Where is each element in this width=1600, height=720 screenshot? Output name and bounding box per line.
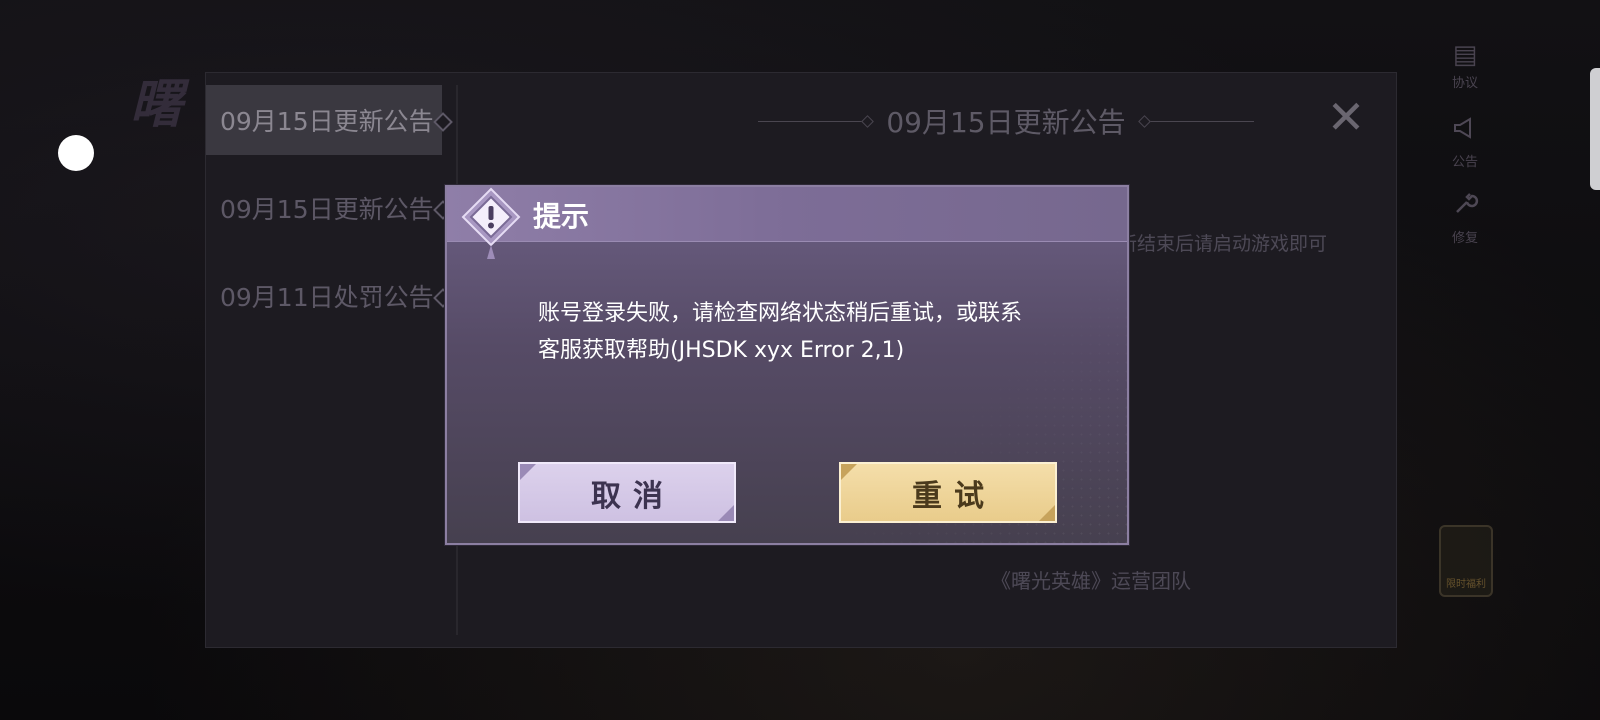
- event-badge[interactable]: 限时福利: [1439, 525, 1493, 597]
- announcement-tab-label: 09月11日处罚公告: [220, 283, 434, 312]
- corner-ornament: [520, 464, 536, 480]
- announcement-title-bar: 09月15日更新公告: [656, 101, 1356, 141]
- dialog-title: 提示: [533, 200, 590, 233]
- document-icon: ▤: [1452, 40, 1478, 70]
- retry-button[interactable]: 重试: [839, 462, 1057, 523]
- announcement-tab[interactable]: 09月15日更新公告: [206, 173, 453, 243]
- announcement-tab-list: 09月15日更新公告 09月15日更新公告 09月11日处罚公告: [206, 85, 453, 349]
- side-tool-label: 修复: [1451, 231, 1478, 246]
- announcement-body-text: 新结束后请启动游戏即可: [1118, 233, 1328, 255]
- corner-ornament: [1039, 505, 1055, 521]
- cancel-button-label: 取消: [591, 478, 675, 514]
- corner-ornament: [718, 505, 734, 521]
- error-dialog: 提示 账号登录失败，请检查网络状态稍后重试，或联系 客服获取帮助(JHSDK x…: [445, 185, 1129, 545]
- announcement-tab[interactable]: 09月15日更新公告: [206, 85, 453, 155]
- dialog-message-line: 客服获取帮助(JHSDK xyx Error 2,1): [538, 338, 905, 363]
- title-ornament: [1143, 120, 1254, 122]
- side-tool-agreement[interactable]: ▤ 协议: [1440, 38, 1490, 114]
- warning-icon: [461, 187, 521, 259]
- title-ornament: [758, 120, 869, 122]
- floating-assistive-button[interactable]: [58, 135, 94, 171]
- announcement-signature: 《曙光英雄》运营团队: [991, 569, 1191, 593]
- dialog-message-line: 账号登录失败，请检查网络状态稍后重试，或联系: [538, 301, 1023, 326]
- diamond-icon: [433, 112, 453, 132]
- corner-ornament: [841, 464, 857, 480]
- side-tool-repair[interactable]: 修复: [1440, 190, 1490, 266]
- announcement-tab[interactable]: 09月11日处罚公告: [206, 261, 453, 331]
- announcement-tab-label: 09月15日更新公告: [220, 107, 434, 136]
- retry-button-label: 重试: [912, 478, 996, 514]
- announcement-tab-label: 09月15日更新公告: [220, 195, 434, 224]
- side-tool-notice[interactable]: 公告: [1440, 114, 1490, 190]
- wrench-icon: [1451, 190, 1479, 227]
- side-toolbar: ▤ 协议 公告 修复: [1440, 38, 1490, 266]
- cancel-button[interactable]: 取消: [518, 462, 736, 523]
- dialog-message: 账号登录失败，请检查网络状态稍后重试，或联系 客服获取帮助(JHSDK xyx …: [538, 295, 1058, 369]
- side-tool-label: 协议: [1451, 76, 1478, 91]
- side-tool-label: 公告: [1451, 155, 1478, 170]
- edge-pull-handle[interactable]: [1590, 68, 1600, 190]
- announcement-title: 09月15日更新公告: [886, 106, 1126, 139]
- megaphone-icon: [1451, 114, 1479, 151]
- close-icon[interactable]: ✕: [1326, 94, 1366, 140]
